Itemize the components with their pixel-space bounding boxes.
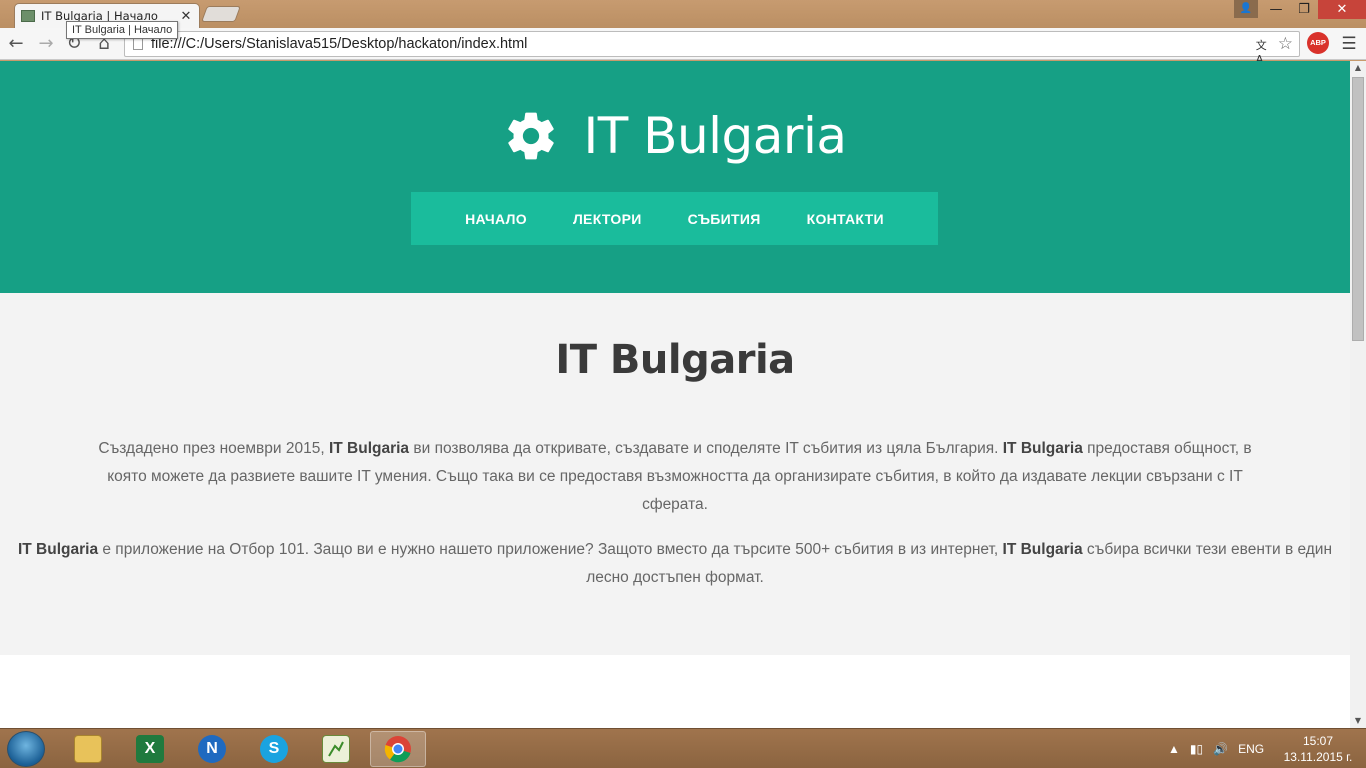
network-icon[interactable]: ▮▯ [1190,742,1203,756]
clock-date: 13.11.2015 г. [1283,750,1353,764]
nav-item-contacts[interactable]: КОНТАКТИ [784,211,907,227]
main-nav: НАЧАЛО ЛЕКТОРИ СЪБИТИЯ КОНТАКТИ [411,192,938,245]
taskbar-notepad-plus[interactable] [308,731,364,767]
taskbar-app-n[interactable]: N [184,731,240,767]
close-window-button[interactable]: ✕ [1318,0,1366,19]
scroll-down-arrow-icon[interactable]: ▼ [1350,714,1366,728]
close-tab-icon[interactable]: ✕ [179,9,193,24]
about-paragraph-1: Създадено през ноември 2015, IT Bulgaria… [90,435,1260,519]
adblock-icon[interactable]: ABP [1307,32,1329,54]
maximize-button[interactable]: ❐ [1290,0,1318,19]
nav-item-events[interactable]: СЪБИТИЯ [665,211,784,227]
show-hidden-icons-arrow-icon[interactable]: ▲ [1168,742,1180,756]
brand-mention: IT Bulgaria [1002,440,1083,457]
language-indicator[interactable]: ENG [1238,742,1264,756]
folder-icon [74,735,102,763]
about-paragraph-2: IT Bulgaria е приложение на Отбор 101. З… [10,536,1340,592]
page-icon [133,38,143,50]
scroll-thumb[interactable] [1352,77,1364,341]
notepad-icon [322,735,350,763]
text-span: е приложение на Отбор 101. Защо ви е нуж… [98,541,1003,558]
brand-mention: IT Bulgaria [328,440,410,457]
bookmark-star-icon[interactable]: ☆ [1278,34,1293,54]
window-titlebar: IT Bulgaria | Начало ✕ 👤 — ❐ ✕ [0,0,1366,28]
address-bar[interactable]: file:///C:/Users/Stanislava515/Desktop/h… [124,31,1300,66]
excel-icon: X [136,735,164,763]
new-tab-button[interactable] [201,6,241,22]
brand[interactable]: IT Bulgaria [0,107,1350,165]
text-span: ви позволява да откривате, създавате и с… [409,440,1003,457]
translate-icon[interactable]: 文A [1256,37,1272,66]
taskbar-clock[interactable]: 15:07 13.11.2015 г. [1276,733,1360,765]
browser-toolbar: ← → ↻ ⌂ file:///C:/Users/Stanislava515/D… [0,28,1366,66]
tab-tooltip: IT Bulgaria | Начало [66,21,179,39]
nav-item-home[interactable]: НАЧАЛО [442,211,550,227]
start-button[interactable] [7,731,45,767]
vertical-scrollbar[interactable]: ▲ ▼ [1350,61,1366,728]
about-title: IT Bulgaria [555,337,795,383]
skype-icon: S [260,735,288,763]
n-app-icon: N [198,735,226,763]
text-span: Създадено през ноември 2015, [98,440,329,457]
page-viewport: IT Bulgaria НАЧАЛО ЛЕКТОРИ СЪБИТИЯ КОНТА… [0,61,1350,728]
brand-title: IT Bulgaria [583,107,847,165]
taskbar: X N S ▲ ▮▯ 🔊 ENG 15:07 13.11.2015 г. [0,728,1366,768]
clock-time: 15:07 [1302,734,1334,748]
brand-mention: IT Bulgaria [1002,541,1083,558]
taskbar-chrome[interactable] [370,731,426,767]
hero-header: IT Bulgaria НАЧАЛО ЛЕКТОРИ СЪБИТИЯ КОНТА… [0,61,1350,293]
user-profile-icon[interactable]: 👤 [1234,0,1258,18]
about-section: IT Bulgaria Създадено през ноември 2015,… [0,293,1350,655]
taskbar-file-explorer[interactable] [60,731,116,767]
favicon-icon [21,10,35,22]
nav-item-lecturers[interactable]: ЛЕКТОРИ [550,211,665,227]
brand-mention: IT Bulgaria [17,541,99,558]
back-arrow-icon[interactable]: ← [4,32,28,56]
forward-arrow-icon[interactable]: → [34,32,58,56]
minimize-button[interactable]: — [1262,0,1290,19]
system-tray: ▲ ▮▯ 🔊 ENG [1168,729,1264,768]
taskbar-skype[interactable]: S [246,731,302,767]
gear-icon [508,112,555,160]
url-text[interactable]: file:///C:/Users/Stanislava515/Desktop/h… [151,36,1256,52]
scroll-up-arrow-icon[interactable]: ▲ [1350,61,1366,75]
menu-hamburger-icon[interactable]: ☰ [1340,34,1358,54]
chrome-icon [384,736,411,763]
volume-icon[interactable]: 🔊 [1213,742,1228,756]
taskbar-excel[interactable]: X [122,731,178,767]
